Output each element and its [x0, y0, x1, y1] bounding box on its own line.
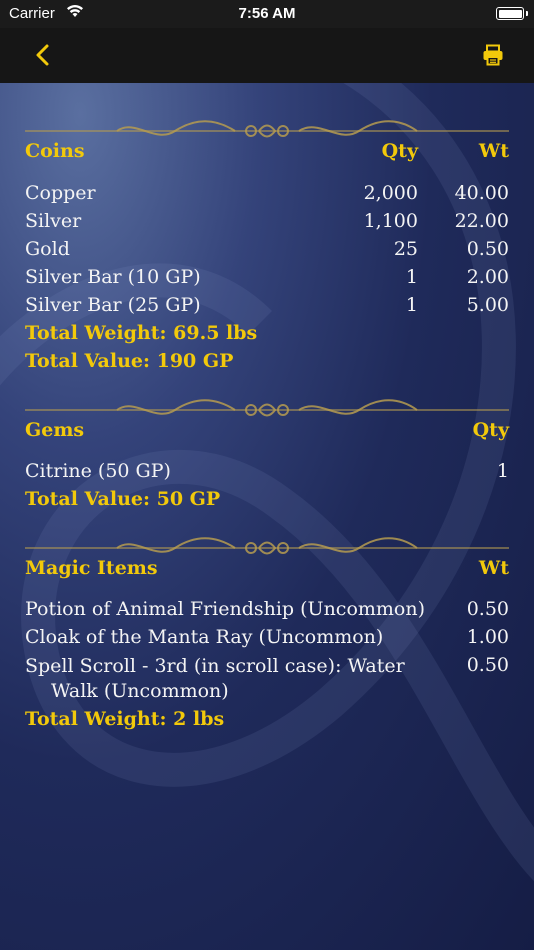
gems-title: Gems — [25, 419, 85, 441]
magic-items-header: Magic Items Wt — [25, 557, 509, 587]
wt-column-header: Wt — [478, 557, 509, 579]
ornament-divider — [25, 399, 509, 417]
item-weight: 40.00 — [454, 182, 509, 204]
item-weight: 0.50 — [466, 238, 509, 260]
item-weight: 22.00 — [454, 210, 509, 232]
list-item: Silver Bar (25 GP) 1 5.00 — [25, 294, 509, 322]
list-item: Silver 1,100 22.00 — [25, 210, 509, 238]
item-name: Silver Bar (10 GP) — [25, 266, 201, 288]
item-qty: 25 — [393, 238, 418, 260]
item-name: Silver — [25, 210, 82, 232]
clock: 7:56 AM — [238, 5, 296, 22]
gems-header: Gems Qty — [25, 419, 509, 449]
qty-column-header: Qty — [472, 419, 509, 441]
item-qty: 1,100 — [363, 210, 418, 232]
coins-total-weight: Total Weight: 69.5 lbs — [25, 322, 258, 344]
magic-items-title: Magic Items — [25, 557, 158, 579]
printer-icon[interactable] — [482, 44, 504, 66]
item-name: Potion of Animal Friendship (Uncommon) — [25, 598, 426, 620]
list-item: Gold 25 0.50 — [25, 238, 509, 266]
nav-bar — [0, 28, 534, 83]
list-item: Cloak of the Manta Ray (Uncommon) 1.00 — [25, 626, 509, 654]
coins-header: Coins Qty Wt — [25, 140, 509, 170]
ornament-divider — [25, 537, 509, 555]
item-weight: 2.00 — [466, 266, 509, 288]
item-qty: 1 — [405, 294, 418, 316]
item-name: Silver Bar (25 GP) — [25, 294, 201, 316]
item-weight: 5.00 — [466, 294, 509, 316]
qty-column-header: Qty — [381, 140, 418, 162]
list-item: Citrine (50 GP) 1 — [25, 460, 509, 488]
list-item: Spell Scroll - 3rd (in scroll case): Wat… — [25, 654, 509, 706]
item-name-line1: Spell Scroll - 3rd (in scroll case): Wat… — [25, 655, 405, 677]
ornament-divider — [25, 120, 509, 138]
battery-icon — [496, 7, 528, 20]
item-qty: 1 — [405, 266, 418, 288]
item-qty: 1 — [496, 460, 509, 482]
list-item: Copper 2,000 40.00 — [25, 182, 509, 210]
coins-total-value: Total Value: 190 GP — [25, 350, 234, 372]
coins-title: Coins — [25, 140, 85, 162]
item-weight: 0.50 — [466, 654, 509, 676]
gems-total-value: Total Value: 50 GP — [25, 488, 221, 510]
item-weight: 1.00 — [466, 626, 509, 648]
item-name: Copper — [25, 182, 96, 204]
item-name: Citrine (50 GP) — [25, 460, 171, 482]
chevron-left-icon[interactable] — [30, 42, 56, 68]
item-name: Cloak of the Manta Ray (Uncommon) — [25, 626, 384, 648]
item-weight: 0.50 — [466, 598, 509, 620]
list-item: Potion of Animal Friendship (Uncommon) 0… — [25, 598, 509, 626]
wt-column-header: Wt — [478, 140, 509, 162]
item-qty: 2,000 — [363, 182, 418, 204]
item-name: Gold — [25, 238, 70, 260]
item-name-line2: Walk (Uncommon) — [51, 680, 229, 702]
list-item: Silver Bar (10 GP) 1 2.00 — [25, 266, 509, 294]
magic-items-total-weight: Total Weight: 2 lbs — [25, 708, 225, 730]
status-bar: Carrier 7:56 AM — [0, 0, 534, 28]
item-name: Spell Scroll - 3rd (in scroll case): Wat… — [25, 654, 425, 704]
